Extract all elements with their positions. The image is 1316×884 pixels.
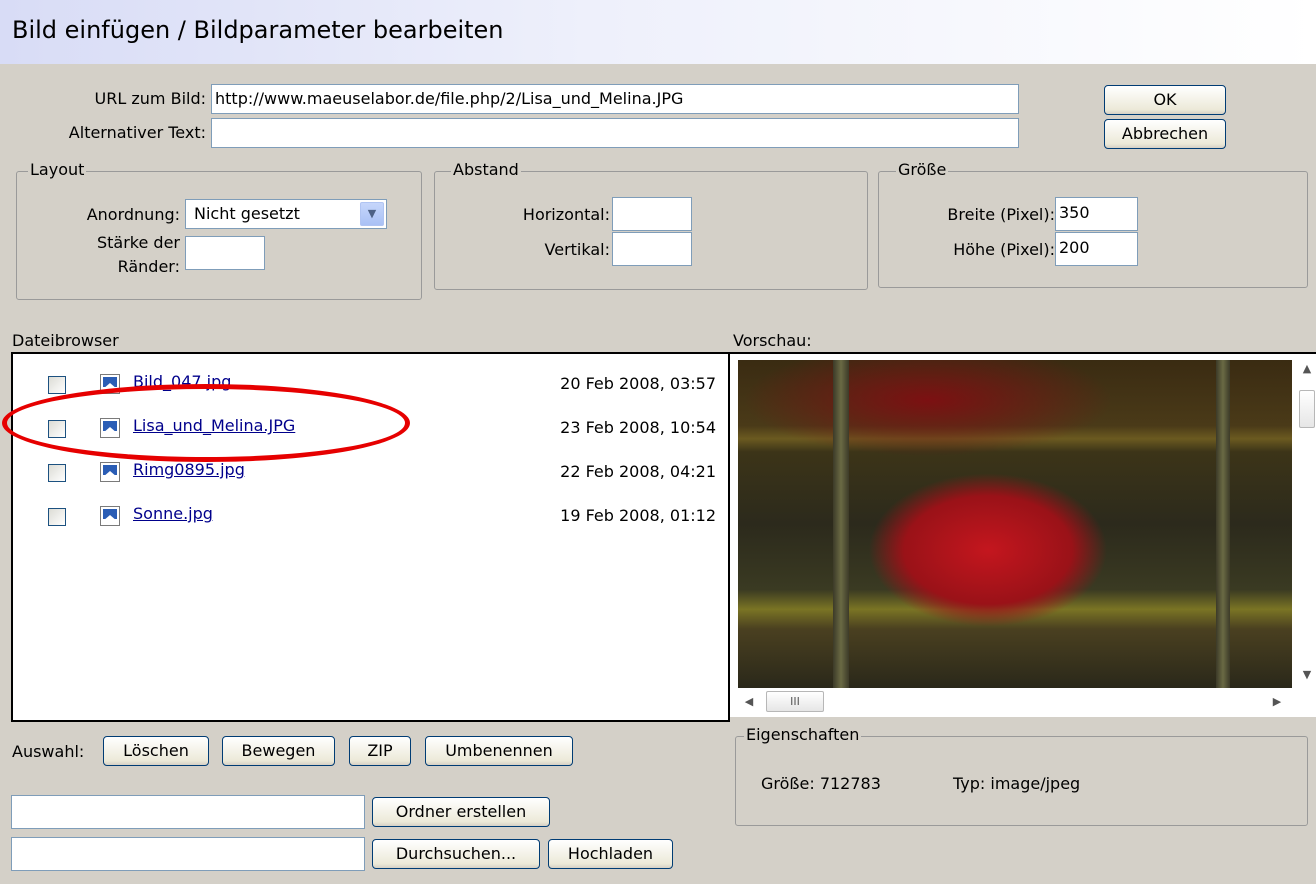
scroll-down-icon[interactable]: ▼ — [1298, 668, 1316, 681]
preview-image-shelf — [833, 360, 849, 688]
preview-vertical-scrollbar[interactable]: ▲ ▼ — [1298, 360, 1316, 688]
image-file-icon — [100, 462, 120, 482]
dateibrowser-label: Dateibrowser — [12, 331, 119, 350]
upload-button[interactable]: Hochladen — [548, 839, 673, 869]
staerke-label-line2: Ränder: — [117, 257, 180, 276]
preview-image — [738, 360, 1292, 688]
url-label: URL zum Bild: — [94, 89, 206, 108]
dialog-title: Bild einfügen / Bildparameter bearbeiten — [12, 16, 504, 44]
scroll-up-icon[interactable]: ▲ — [1298, 362, 1316, 375]
create-folder-button[interactable]: Ordner erstellen — [372, 797, 550, 827]
file-type: Typ: image/jpeg — [953, 774, 1081, 793]
groesse-legend: Größe — [896, 160, 949, 179]
chevron-down-icon[interactable]: ▼ — [360, 202, 384, 226]
layout-legend: Layout — [28, 160, 87, 179]
file-size: Größe: 712783 — [761, 774, 881, 793]
auswahl-label: Auswahl: — [12, 742, 85, 761]
scroll-thumb[interactable]: III — [766, 691, 824, 712]
file-row[interactable]: Rimg0895.jpg 22 Feb 2008, 04:21 — [13, 458, 728, 490]
zip-button[interactable]: ZIP — [349, 736, 411, 766]
file-row[interactable]: Sonne.jpg 19 Feb 2008, 01:12 — [13, 502, 728, 534]
eigenschaften-legend: Eigenschaften — [744, 725, 862, 744]
highlight-ellipse — [2, 384, 410, 462]
move-button[interactable]: Bewegen — [222, 736, 335, 766]
file-checkbox[interactable] — [48, 508, 66, 526]
file-date: 22 Feb 2008, 04:21 — [560, 462, 716, 481]
cancel-button[interactable]: Abbrechen — [1104, 119, 1226, 149]
file-name-link[interactable]: Rimg0895.jpg — [133, 460, 245, 479]
upload-file-input[interactable] — [11, 837, 365, 871]
file-date: 19 Feb 2008, 01:12 — [560, 506, 716, 525]
preview-horizontal-scrollbar[interactable]: ◀ III ▶ — [738, 688, 1292, 715]
anordnung-label: Anordnung: — [86, 205, 180, 224]
hoehe-label: Höhe (Pixel): — [953, 240, 1055, 259]
staerke-label-line1: Stärke der — [96, 233, 180, 252]
folder-name-input[interactable] — [11, 795, 365, 829]
file-checkbox[interactable] — [48, 464, 66, 482]
breite-input[interactable]: 350 — [1055, 197, 1138, 231]
vertikal-label: Vertikal: — [544, 240, 610, 259]
rename-button[interactable]: Umbenennen — [425, 736, 573, 766]
delete-button[interactable]: Löschen — [103, 736, 209, 766]
hoehe-input[interactable]: 200 — [1055, 232, 1138, 266]
breite-label: Breite (Pixel): — [947, 205, 1055, 224]
anordnung-selected-value: Nicht gesetzt — [194, 204, 300, 223]
alt-text-label: Alternativer Text: — [68, 123, 206, 142]
vorschau-label: Vorschau: — [733, 331, 812, 350]
image-file-icon — [100, 506, 120, 526]
file-name-link[interactable]: Sonne.jpg — [133, 504, 213, 523]
file-date: 20 Feb 2008, 03:57 — [560, 374, 716, 393]
horizontal-label: Horizontal: — [522, 205, 610, 224]
anordnung-select[interactable]: Nicht gesetzt ▼ — [185, 199, 387, 229]
preview-pane: ▲ ▼ ◀ III ▶ — [730, 352, 1316, 717]
alt-text-input[interactable] — [211, 118, 1019, 148]
scroll-thumb[interactable] — [1299, 390, 1315, 428]
staerke-input[interactable] — [185, 236, 265, 270]
file-date: 23 Feb 2008, 10:54 — [560, 418, 716, 437]
ok-button[interactable]: OK — [1104, 85, 1226, 115]
url-input[interactable]: http://www.maeuselabor.de/file.php/2/Lis… — [211, 84, 1019, 114]
horizontal-input[interactable] — [612, 197, 692, 231]
vertikal-input[interactable] — [612, 232, 692, 266]
file-checkbox[interactable] — [48, 376, 66, 394]
preview-image-shelf — [1216, 360, 1230, 688]
scroll-right-icon[interactable]: ▶ — [1270, 695, 1284, 708]
browse-button[interactable]: Durchsuchen... — [372, 839, 540, 869]
scroll-left-icon[interactable]: ◀ — [742, 695, 756, 708]
abstand-legend: Abstand — [451, 160, 521, 179]
